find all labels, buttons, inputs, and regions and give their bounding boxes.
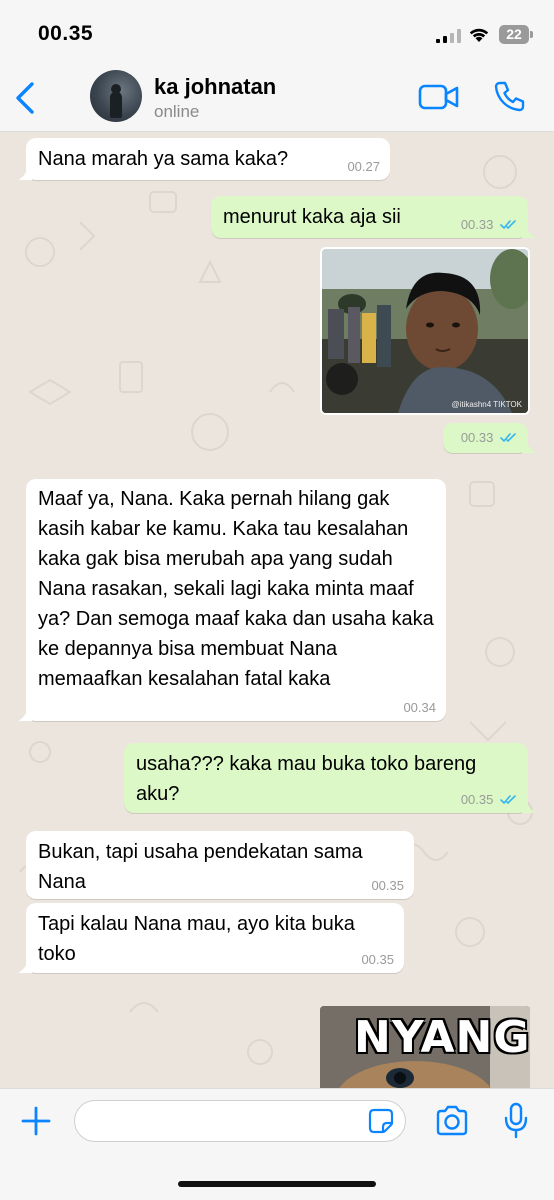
video-call-icon[interactable] xyxy=(418,82,460,112)
status-time: 00.35 xyxy=(38,22,94,45)
message-time: 00.35 xyxy=(371,878,404,893)
home-indicator xyxy=(178,1181,376,1187)
phone-icon[interactable] xyxy=(492,80,526,114)
battery-indicator: 22 xyxy=(499,25,529,44)
message-time: 00.35 xyxy=(361,952,394,967)
contact-status: online xyxy=(154,102,200,121)
bubble-tail xyxy=(18,707,32,721)
bubble-tail xyxy=(18,166,32,180)
photo-illustration xyxy=(322,249,528,413)
message-time: 00.33 xyxy=(461,217,518,233)
photo-time-bubble: 00.33 xyxy=(443,423,536,453)
bubble-tail xyxy=(522,439,536,453)
message-time: 00.27 xyxy=(347,159,380,174)
cellular-signal-icon xyxy=(436,29,461,43)
sticker-caption: NYANG xyxy=(354,1012,530,1063)
wifi-icon xyxy=(469,28,489,42)
battery-tip xyxy=(530,31,533,38)
read-ticks-icon xyxy=(500,433,516,443)
photo-watermark: @itikashn4 TIKTOK xyxy=(451,400,522,409)
message-text: Bukan, tapi usaha pendekatan sama Nana xyxy=(38,841,363,893)
bubble-tail xyxy=(18,959,32,973)
chat-header: ka johnatan online xyxy=(0,62,554,132)
sticker-message[interactable]: NYANG xyxy=(320,1006,530,1088)
back-chevron-icon[interactable] xyxy=(8,78,42,118)
message-bubble-incoming[interactable]: Nana marah ya sama kaka? 00.27 xyxy=(18,138,390,180)
message-bubble-outgoing[interactable]: menurut kaka aja sii 00.33 xyxy=(211,196,536,238)
message-time: 00.34 xyxy=(403,700,436,715)
microphone-icon[interactable] xyxy=(503,1102,529,1140)
message-text: Maaf ya, Nana. Kaka pernah hilang gak ka… xyxy=(38,488,434,690)
message-input[interactable] xyxy=(74,1100,406,1142)
read-ticks-icon xyxy=(500,795,516,805)
photo-message[interactable]: @itikashn4 TIKTOK xyxy=(320,247,530,415)
read-ticks-icon xyxy=(500,220,516,230)
contact-name[interactable]: ka johnatan xyxy=(154,74,276,100)
camera-icon[interactable] xyxy=(434,1105,470,1137)
message-bubble-incoming[interactable]: Bukan, tapi usaha pendekatan sama Nana 0… xyxy=(26,831,414,899)
bubble-tail xyxy=(522,799,536,813)
plus-icon[interactable] xyxy=(20,1105,52,1137)
message-time: 00.35 xyxy=(461,792,518,808)
message-text: Nana marah ya sama kaka? xyxy=(38,148,289,170)
status-bar: 00.35 22 xyxy=(0,0,554,62)
message-bubble-outgoing[interactable]: usaha??? kaka mau buka toko bareng aku? … xyxy=(124,743,536,813)
sticker-icon[interactable] xyxy=(368,1108,394,1134)
message-bubble-incoming[interactable]: Tapi kalau Nana mau, ayo kita buka toko … xyxy=(18,903,404,973)
photo-image: @itikashn4 TIKTOK xyxy=(322,249,528,413)
message-time: 00.33 xyxy=(461,430,518,446)
message-bubble-incoming[interactable]: Maaf ya, Nana. Kaka pernah hilang gak ka… xyxy=(18,479,446,721)
bubble-tail xyxy=(522,224,536,238)
message-text: Tapi kalau Nana mau, ayo kita buka toko xyxy=(38,913,355,965)
chat-area[interactable]: Nana marah ya sama kaka? 00.27 menurut k… xyxy=(0,132,554,1088)
contact-avatar[interactable] xyxy=(90,70,142,122)
